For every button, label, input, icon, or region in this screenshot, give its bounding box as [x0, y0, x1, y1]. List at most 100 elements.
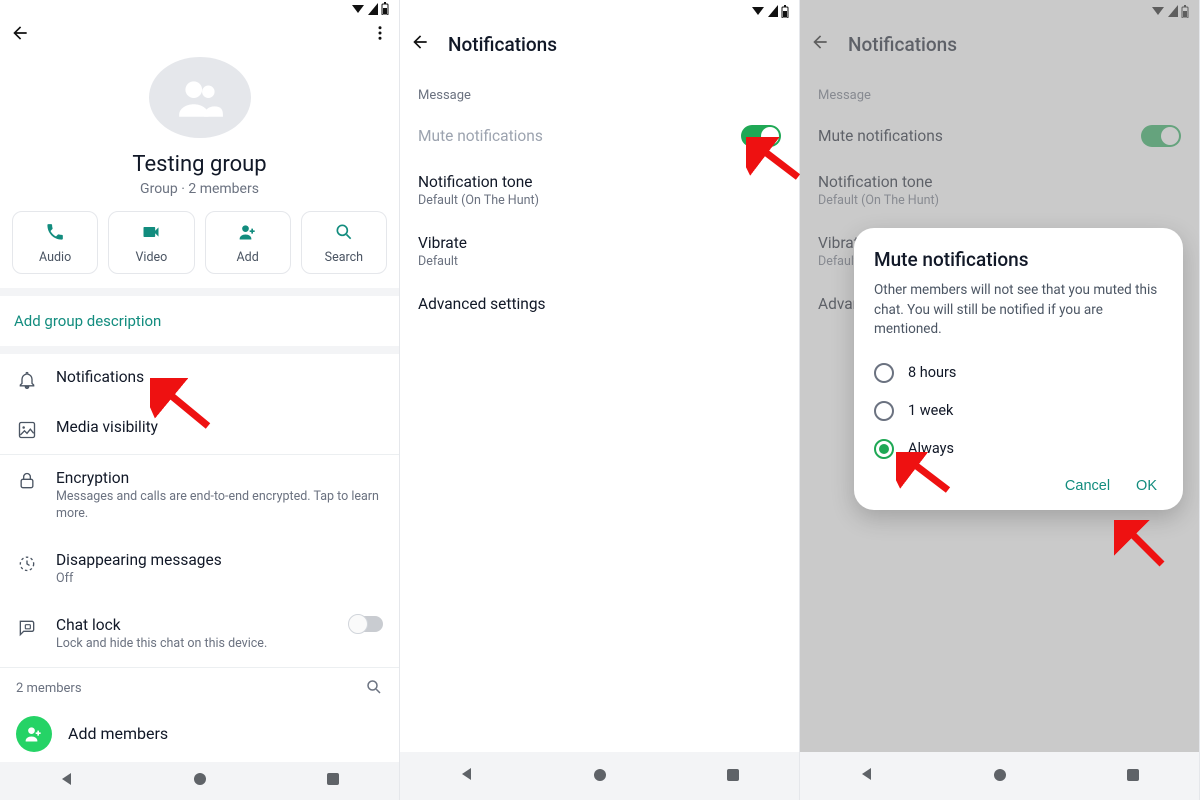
media-visibility-label: Media visibility — [56, 418, 383, 436]
radio-icon — [874, 401, 894, 421]
radio-checked-icon — [874, 439, 894, 459]
person-add-icon — [24, 724, 44, 744]
nav-recents-button[interactable] — [1126, 767, 1140, 786]
group-subtitle: Group · 2 members — [0, 181, 399, 197]
nav-back-button[interactable] — [859, 766, 875, 786]
video-label: Video — [135, 250, 167, 265]
square-recents-icon — [1126, 768, 1140, 782]
android-nav-bar — [800, 752, 1199, 800]
dialog-title: Mute notifications — [874, 248, 1163, 271]
nav-home-button[interactable] — [993, 767, 1007, 786]
square-recents-icon — [326, 772, 340, 786]
nav-recents-button[interactable] — [326, 771, 340, 790]
add-member-button[interactable]: Add — [205, 211, 291, 274]
action-row: Audio Video Add Search — [0, 211, 399, 288]
add-label: Add — [236, 250, 258, 265]
android-nav-bar — [400, 752, 799, 800]
add-members-bubble — [16, 716, 52, 752]
nav-recents-button[interactable] — [726, 767, 740, 786]
video-call-button[interactable]: Video — [108, 211, 194, 274]
cancel-button[interactable]: Cancel — [1065, 478, 1110, 494]
app-bar — [0, 18, 399, 53]
row-chat-lock[interactable]: Chat lock Lock and hide this chat on thi… — [0, 602, 399, 667]
nav-back-button[interactable] — [59, 771, 75, 791]
back-button[interactable] — [10, 23, 30, 47]
add-members-button[interactable]: Add members — [0, 706, 399, 762]
audio-label: Audio — [39, 250, 71, 265]
ok-button[interactable]: OK — [1136, 478, 1157, 494]
search-label: Search — [325, 250, 363, 265]
phone-icon — [45, 222, 65, 242]
option-label: 1 week — [908, 402, 953, 419]
search-icon — [334, 222, 354, 242]
group-avatar[interactable] — [149, 57, 251, 139]
nav-home-button[interactable] — [193, 771, 207, 790]
vibrate-sub: Default — [418, 254, 781, 269]
video-icon — [141, 222, 161, 242]
encryption-sub: Messages and calls are end-to-end encryp… — [56, 489, 383, 523]
members-header: 2 members — [0, 668, 399, 706]
timer-icon — [17, 553, 37, 573]
person-add-icon — [238, 222, 258, 242]
signal-icon — [368, 3, 378, 15]
search-icon — [365, 678, 383, 696]
chat-lock-label: Chat lock — [56, 616, 331, 634]
nav-back-button[interactable] — [459, 766, 475, 786]
mute-label: Mute notifications — [418, 127, 741, 145]
wifi-icon — [751, 5, 765, 17]
more-vert-icon — [371, 23, 389, 43]
nav-home-button[interactable] — [593, 767, 607, 786]
mute-toggle[interactable] — [741, 125, 781, 147]
row-disappearing[interactable]: Disappearing messages Off — [0, 537, 399, 602]
screen-group-info: Testing group Group · 2 members Audio Vi… — [0, 0, 400, 800]
bell-icon — [17, 370, 37, 390]
vibrate-label: Vibrate — [418, 234, 781, 252]
tone-sub: Default (On The Hunt) — [418, 193, 781, 208]
tone-label: Notification tone — [418, 173, 781, 191]
triangle-back-icon — [859, 766, 875, 782]
encryption-label: Encryption — [56, 469, 383, 487]
status-bar — [400, 0, 799, 22]
disappearing-label: Disappearing messages — [56, 551, 383, 569]
chat-lock-toggle[interactable] — [349, 616, 383, 632]
row-media-visibility[interactable]: Media visibility — [0, 404, 399, 454]
row-vibrate[interactable]: Vibrate Default — [400, 222, 799, 283]
group-icon — [175, 73, 225, 123]
mute-dialog: Mute notifications Other members will no… — [854, 228, 1183, 510]
search-button[interactable]: Search — [301, 211, 387, 274]
circle-home-icon — [593, 768, 607, 782]
option-label: 8 hours — [908, 364, 956, 381]
screen-notifications: Notifications Message Mute notifications… — [400, 0, 800, 800]
audio-call-button[interactable]: Audio — [12, 211, 98, 274]
circle-home-icon — [193, 772, 207, 786]
arrow-left-icon — [10, 23, 30, 43]
option-label: Always — [908, 440, 954, 457]
option-always[interactable]: Always — [874, 430, 1163, 468]
group-title: Testing group — [0, 152, 399, 177]
add-members-label: Add members — [68, 724, 168, 743]
row-mute-notifications[interactable]: Mute notifications — [400, 113, 799, 161]
battery-icon — [781, 5, 789, 18]
back-button[interactable] — [410, 32, 430, 56]
dialog-body: Other members will not see that you mute… — [874, 281, 1163, 340]
option-1-week[interactable]: 1 week — [874, 392, 1163, 430]
android-nav-bar — [0, 762, 399, 800]
add-description-button[interactable]: Add group description — [0, 296, 399, 346]
triangle-back-icon — [459, 766, 475, 782]
disappearing-sub: Off — [56, 571, 383, 588]
members-search-button[interactable] — [365, 678, 383, 700]
battery-icon — [381, 2, 389, 15]
option-8-hours[interactable]: 8 hours — [874, 354, 1163, 392]
chat-lock-sub: Lock and hide this chat on this device. — [56, 636, 331, 653]
arrow-left-icon — [410, 32, 430, 52]
triangle-back-icon — [59, 771, 75, 787]
appbar-title: Notifications — [448, 33, 557, 56]
signal-icon — [768, 5, 778, 17]
overflow-menu-button[interactable] — [371, 23, 389, 47]
circle-home-icon — [993, 768, 1007, 782]
row-encryption[interactable]: Encryption Messages and calls are end-to… — [0, 455, 399, 537]
row-notification-tone[interactable]: Notification tone Default (On The Hunt) — [400, 161, 799, 222]
dialog-actions: Cancel OK — [874, 468, 1163, 498]
row-notifications[interactable]: Notifications — [0, 354, 399, 404]
row-advanced-settings[interactable]: Advanced settings — [400, 283, 799, 327]
